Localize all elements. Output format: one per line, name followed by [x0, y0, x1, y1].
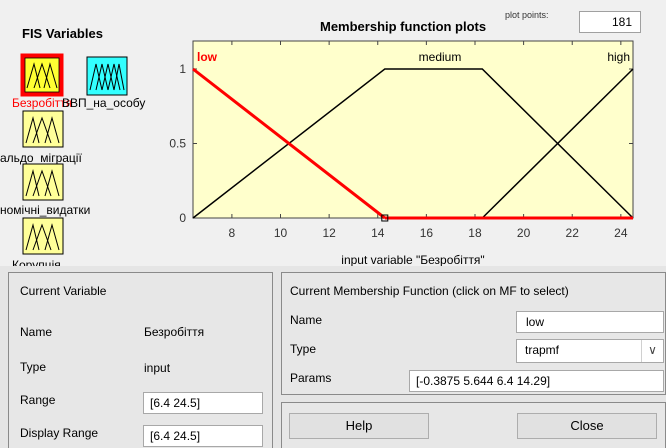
bottom-area: Current Variable Name Безробіття Type in…	[0, 266, 666, 448]
x-tick-label-0: 8	[229, 226, 236, 240]
mf-params-input[interactable]: [-0.3875 5.644 6.4 14.29]	[409, 370, 664, 392]
current-variable-panel: Current Variable Name Безробіття Type in…	[8, 272, 273, 448]
mf-name-input[interactable]: low	[516, 311, 664, 333]
mf-type-select[interactable]: trapmf ∨	[516, 339, 664, 363]
help-button[interactable]: Help	[289, 413, 429, 439]
x-tick-label-1: 10	[274, 226, 288, 240]
current-mf-title: Current Membership Function (click on MF…	[290, 284, 569, 298]
current-variable-title: Current Variable	[20, 284, 107, 298]
mf-params-label: Params	[290, 371, 332, 385]
mf-name-label: Name	[290, 313, 323, 327]
display-range-input[interactable]: [6.4 24.5]	[143, 425, 263, 447]
x-tick-label-6: 20	[517, 226, 531, 240]
x-axis-label: input variable "Безробіття"	[341, 253, 484, 266]
current-mf-panel: Current Membership Function (click on MF…	[281, 272, 666, 395]
plot-area	[192, 40, 634, 219]
y-tick-label-0: 0	[179, 211, 186, 225]
x-tick-label-2: 12	[322, 226, 336, 240]
variable-name-value: Безробіття	[144, 325, 205, 339]
x-tick-label-5: 18	[468, 226, 482, 240]
x-tick-label-7: 22	[566, 226, 580, 240]
y-tick-label-1: 0.5	[169, 137, 186, 151]
x-tick-label-4: 16	[420, 226, 434, 240]
range-label: Range	[20, 393, 56, 407]
display-range-label: Display Range	[20, 426, 99, 440]
x-tick-label-8: 24	[614, 226, 628, 240]
y-tick-label-2: 1	[179, 62, 186, 76]
variable-name-label: Name	[20, 325, 53, 339]
mf-type-label: Type	[290, 342, 317, 356]
close-button[interactable]: Close	[517, 413, 657, 439]
chevron-down-icon[interactable]: ∨	[641, 340, 663, 362]
membership-function-plot[interactable]: 8 10 12 14 16 18 20 22 24 0 0.5 1 low medium high input…	[0, 0, 666, 266]
x-tick-label-3: 14	[371, 226, 385, 240]
mf-label-low: low	[197, 50, 218, 64]
mf-type-value: trapmf	[525, 343, 560, 357]
variable-type-label: Type	[20, 360, 47, 374]
buttons-panel: Help Close	[281, 402, 666, 448]
mf-label-medium: medium	[419, 50, 462, 64]
variable-type-value: input	[144, 361, 171, 375]
top-area: FIS Variables Безробіття ВВП_на_особу ал…	[0, 0, 666, 266]
mf-label-high: high	[607, 50, 630, 64]
range-input[interactable]: [6.4 24.5]	[143, 392, 263, 414]
